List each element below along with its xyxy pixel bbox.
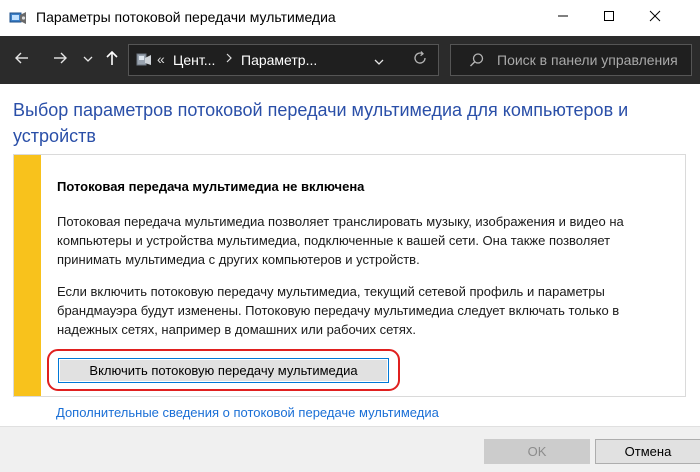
breadcrumb-overflow[interactable]: « — [157, 51, 165, 67]
search-box[interactable] — [450, 44, 692, 76]
up-arrow-icon — [105, 50, 119, 71]
panel-warning-text: Если включить потоковую передачу мультим… — [57, 284, 620, 337]
maximize-icon — [603, 9, 615, 27]
back-button[interactable] — [10, 48, 34, 72]
info-panel: Потоковая передача мультимедиа не включе… — [13, 154, 686, 397]
window-title: Параметры потоковой передачи мультимедиа — [36, 9, 336, 25]
back-arrow-icon — [14, 50, 30, 71]
close-icon — [649, 9, 661, 27]
forward-button[interactable] — [48, 48, 72, 72]
enable-media-streaming-button[interactable]: Включить потоковую передачу мультимедиа — [58, 358, 389, 383]
recent-locations-button[interactable] — [80, 48, 96, 72]
navigation-bar: « Цент... Параметр... — [0, 36, 700, 84]
breadcrumb-item-network-center[interactable]: Цент... — [173, 52, 215, 68]
panel-description: Потоковая передача мультимедиа позволяет… — [57, 214, 624, 267]
cancel-button[interactable]: Отмена — [595, 439, 700, 464]
refresh-button[interactable] — [402, 44, 439, 76]
search-input[interactable] — [497, 49, 687, 71]
search-icon — [469, 52, 485, 73]
window: Параметры потоковой передачи мультимедиа — [0, 0, 700, 472]
title-bar: Параметры потоковой передачи мультимедиа — [0, 0, 700, 36]
breadcrumb-separator — [225, 51, 233, 67]
minimize-button[interactable] — [540, 0, 586, 36]
address-dropdown-button[interactable] — [374, 54, 384, 72]
up-button[interactable] — [102, 48, 122, 72]
page-heading: Выбор параметров потоковой передачи муль… — [13, 100, 629, 146]
location-icon — [135, 51, 153, 69]
close-button[interactable] — [632, 0, 678, 36]
ok-button[interactable]: OK — [484, 439, 590, 464]
breadcrumb-item-settings[interactable]: Параметр... — [241, 52, 317, 68]
maximize-button[interactable] — [586, 0, 632, 36]
forward-arrow-icon — [52, 50, 68, 71]
more-info-link[interactable]: Дополнительные сведения о потоковой пере… — [56, 405, 439, 420]
refresh-icon — [412, 50, 428, 71]
minimize-icon — [557, 9, 569, 27]
control-panel-icon — [9, 9, 27, 27]
chevron-down-icon — [83, 51, 93, 69]
panel-title: Потоковая передача мультимедиа не включе… — [57, 179, 365, 194]
address-bar[interactable]: « Цент... Параметр... — [128, 44, 439, 76]
warning-stripe — [14, 155, 41, 396]
dialog-footer: OK Отмена — [0, 426, 700, 472]
